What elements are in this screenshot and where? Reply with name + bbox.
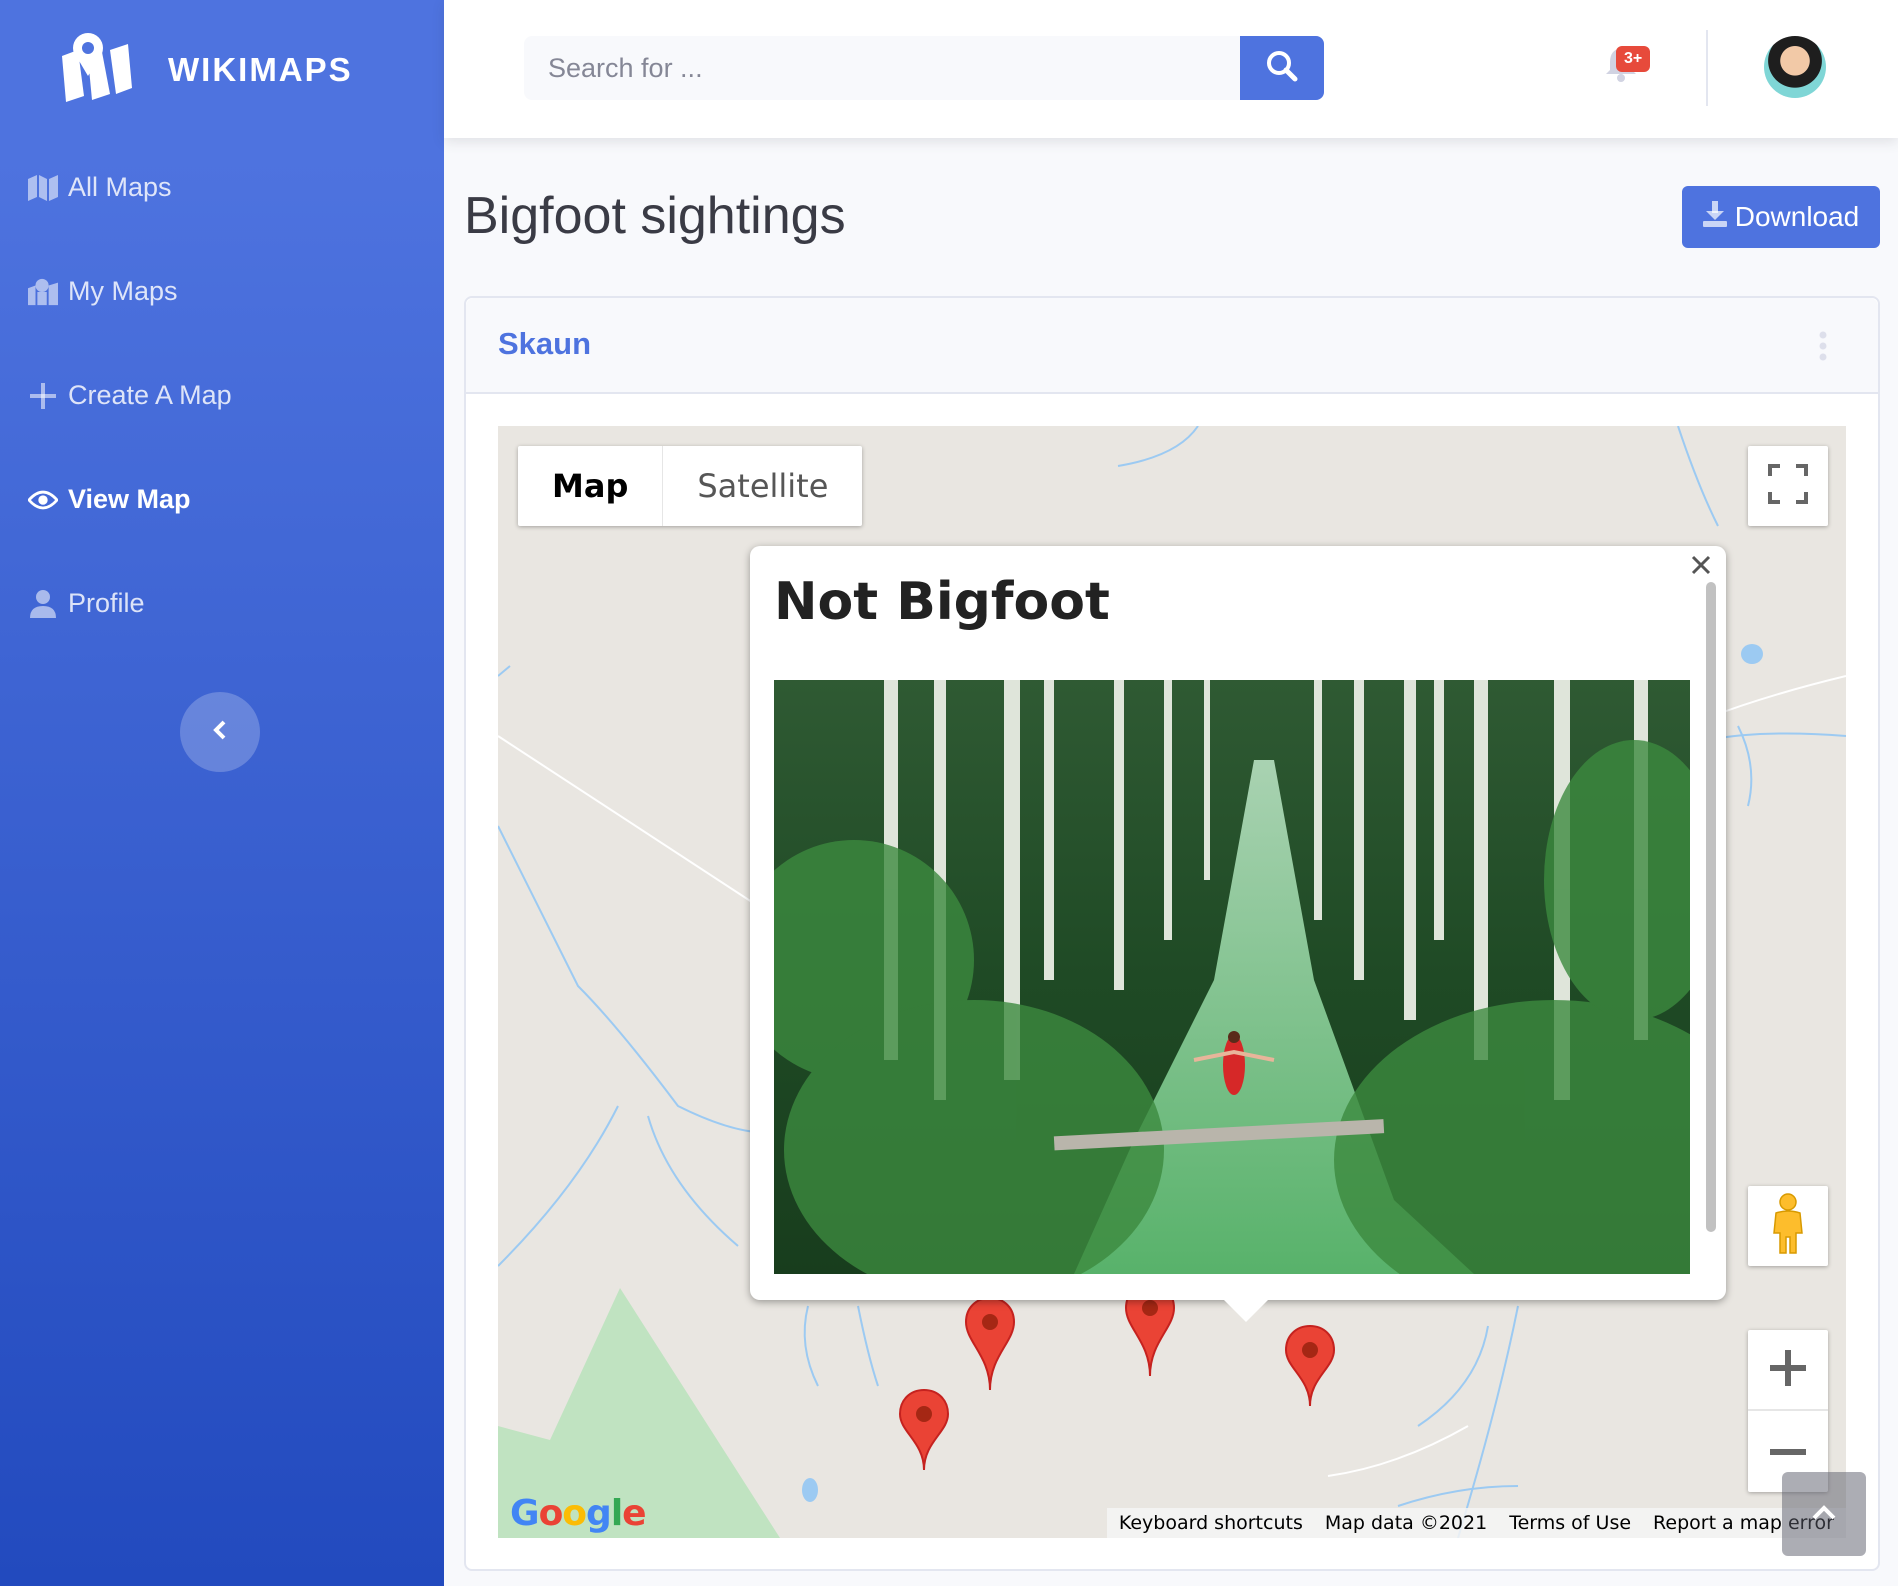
page-title: Bigfoot sightings xyxy=(464,187,846,245)
sidebar: WIKIMAPS All Maps My Maps Create A Map V… xyxy=(0,0,444,1586)
map-marker[interactable] xyxy=(898,1388,950,1477)
avatar[interactable] xyxy=(1764,36,1826,98)
ellipsis-vertical-icon[interactable] xyxy=(1816,330,1830,362)
map-type-control: Map Satellite xyxy=(518,446,863,526)
search-button[interactable] xyxy=(1240,36,1324,100)
map-marked-icon xyxy=(28,277,58,307)
zoom-control xyxy=(1748,1330,1828,1492)
sidebar-item-label: My Maps xyxy=(68,276,178,306)
search-form xyxy=(524,36,1324,100)
user-icon xyxy=(28,589,58,619)
map-marker[interactable] xyxy=(964,1296,1016,1397)
sidebar-toggle-button[interactable] xyxy=(180,692,260,772)
map-footer: Keyboard shortcuts Map data ©2021 Terms … xyxy=(1106,1508,1846,1538)
sidebar-item-label: View Map xyxy=(68,484,191,514)
map-icon xyxy=(28,173,58,203)
plus-icon xyxy=(28,381,58,411)
sidebar-item-label: Profile xyxy=(68,588,145,618)
chevron-up-icon xyxy=(1812,1504,1836,1525)
zoom-in-button[interactable] xyxy=(1748,1331,1828,1411)
sidebar-item-label: Create A Map xyxy=(68,380,232,410)
marker-info-window: Not Bigfoot xyxy=(750,546,1726,1322)
brand-link[interactable]: WIKIMAPS xyxy=(58,30,353,109)
map-type-map-button[interactable]: Map xyxy=(518,446,664,526)
info-window-title: Not Bigfoot xyxy=(774,572,1110,632)
eye-icon xyxy=(28,485,58,515)
minus-icon xyxy=(1770,1442,1806,1460)
map-type-satellite-button[interactable]: Satellite xyxy=(663,446,862,526)
plus-icon xyxy=(1770,1349,1806,1391)
map-marker[interactable] xyxy=(1284,1324,1336,1413)
close-icon[interactable] xyxy=(1688,552,1714,578)
sighting-photo xyxy=(774,680,1690,1274)
download-label: Download xyxy=(1734,201,1860,232)
google-logo[interactable]: Google xyxy=(510,1493,647,1534)
fullscreen-button[interactable] xyxy=(1748,446,1828,526)
sidebar-item-profile[interactable]: Profile xyxy=(28,588,145,619)
sidebar-item-all-maps[interactable]: All Maps xyxy=(28,172,172,203)
download-button[interactable]: Download xyxy=(1682,186,1880,248)
download-icon xyxy=(1702,200,1727,234)
keyboard-shortcuts-link[interactable]: Keyboard shortcuts xyxy=(1119,1512,1303,1534)
street-view-pegman-button[interactable] xyxy=(1748,1186,1828,1266)
map-card: Skaun Map Satellite Not Bigfoot Google K… xyxy=(464,296,1880,1571)
sidebar-item-view-map[interactable]: View Map xyxy=(28,484,191,515)
map-data-attribution: Map data ©2021 xyxy=(1324,1512,1488,1534)
topbar-divider xyxy=(1706,30,1708,106)
terms-of-use-link[interactable]: Terms of Use xyxy=(1509,1512,1631,1534)
sidebar-item-label: All Maps xyxy=(68,172,172,202)
info-window-scrollbar[interactable] xyxy=(1706,582,1716,1232)
topbar: 3+ xyxy=(444,0,1898,138)
alerts-counter-badge: 3+ xyxy=(1616,46,1651,72)
map-marked-logo-icon xyxy=(58,30,134,109)
search-icon xyxy=(1266,50,1298,87)
fullscreen-icon xyxy=(1768,463,1808,509)
pegman-icon xyxy=(1770,1192,1806,1260)
card-header: Skaun xyxy=(466,298,1878,394)
brand-name: WIKIMAPS xyxy=(168,50,353,88)
search-input[interactable] xyxy=(524,36,1240,100)
chevron-left-icon xyxy=(213,720,227,745)
scroll-to-top-button[interactable] xyxy=(1782,1472,1866,1556)
sidebar-item-create-map[interactable]: Create A Map xyxy=(28,380,232,411)
card-title: Skaun xyxy=(498,326,592,361)
google-map[interactable]: Map Satellite Not Bigfoot Google Keyboar… xyxy=(498,426,1846,1538)
sidebar-item-my-maps[interactable]: My Maps xyxy=(28,276,178,307)
